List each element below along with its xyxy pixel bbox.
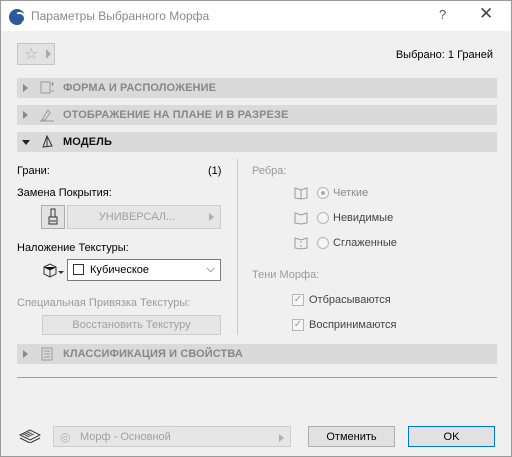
texture-mapping-label: Наложение Текстуры: bbox=[17, 242, 129, 254]
edges-sharp-label: Четкие bbox=[333, 187, 369, 199]
surface-picker[interactable]: УНИВЕРСАЛ... bbox=[67, 205, 221, 229]
expand-arrow-icon bbox=[23, 111, 28, 119]
paint-brush-icon bbox=[48, 208, 58, 225]
faces-label: Грани: bbox=[17, 165, 50, 177]
close-button[interactable]: ✕ bbox=[479, 4, 493, 24]
edges-smooth-radio[interactable] bbox=[317, 237, 329, 249]
layer-value: Морф - Основной bbox=[80, 431, 171, 443]
floor-plan-icon bbox=[40, 109, 54, 122]
favorites-button[interactable]: ☆ bbox=[17, 43, 55, 65]
star-icon: ☆ bbox=[24, 46, 39, 63]
override-surface-toggle[interactable] bbox=[41, 205, 65, 229]
help-button[interactable]: ? bbox=[439, 7, 446, 22]
caret-right-icon bbox=[209, 213, 214, 221]
edges-hidden-label: Невидимые bbox=[333, 212, 394, 224]
archicad-app-icon bbox=[9, 9, 25, 25]
cancel-button[interactable]: Отменить bbox=[308, 426, 395, 447]
faces-count: (1) bbox=[208, 165, 222, 177]
texture-mapping-select[interactable]: Кубическое ⌵ bbox=[67, 259, 221, 281]
cube-icon bbox=[73, 264, 84, 275]
edge-hidden-icon bbox=[294, 212, 308, 225]
surface-override-label: Замена Покрытия: bbox=[17, 187, 112, 199]
cast-shadows-checkbox[interactable]: ✓ bbox=[292, 294, 304, 306]
edges-hidden-radio[interactable] bbox=[317, 212, 329, 224]
texture-mapping-icon bbox=[43, 263, 64, 278]
section-model[interactable]: МОДЕЛЬ bbox=[17, 132, 497, 152]
texture-mapping-value: Кубическое bbox=[90, 264, 149, 276]
section-classification-and-properties[interactable]: КЛАССИФИКАЦИЯ И СВОЙСТВА bbox=[17, 344, 497, 364]
surface-value: УНИВЕРСАЛ... bbox=[98, 211, 176, 223]
section-label: ФОРМА И РАСПОЛОЖЕНИЕ bbox=[63, 82, 217, 94]
caret-right-icon bbox=[46, 49, 51, 59]
selected-morph-settings-dialog: Параметры Выбранного Морфа ? ✕ ☆ Выбрано… bbox=[0, 0, 512, 457]
column-divider bbox=[237, 159, 238, 335]
cast-shadows-label: Отбрасываются bbox=[309, 294, 391, 306]
edge-sharp-icon bbox=[294, 187, 308, 200]
section-shape-and-positioning[interactable]: ФОРМА И РАСПОЛОЖЕНИЕ bbox=[17, 78, 497, 98]
expand-arrow-icon bbox=[23, 350, 28, 358]
section-label: КЛАССИФИКАЦИЯ И СВОЙСТВА bbox=[63, 348, 243, 360]
edges-label: Ребра: bbox=[252, 165, 287, 177]
section-label: ОТОБРАЖЕНИЕ НА ПЛАНЕ И В РАЗРЕЗЕ bbox=[63, 109, 289, 121]
edge-smooth-icon bbox=[294, 237, 308, 250]
selected-count: Выбрано: 1 Граней bbox=[395, 49, 493, 61]
ok-button[interactable]: OK bbox=[408, 426, 495, 447]
shape-position-icon bbox=[40, 81, 54, 94]
title-bar: Параметры Выбранного Морфа ? ✕ bbox=[1, 1, 511, 31]
special-mapping-label: Специальная Привязка Текстуры: bbox=[17, 297, 191, 309]
layers-icon bbox=[19, 429, 41, 443]
eye-icon: ◎ bbox=[60, 430, 71, 444]
caret-right-icon bbox=[279, 434, 284, 442]
section-label: МОДЕЛЬ bbox=[63, 136, 112, 148]
layer-picker[interactable]: ◎ Морф - Основной bbox=[53, 426, 291, 447]
edges-smooth-label: Сглаженные bbox=[333, 237, 397, 249]
expand-arrow-icon bbox=[23, 84, 28, 92]
receive-shadows-label: Воспринимаются bbox=[309, 319, 397, 331]
chevron-down-icon: ⌵ bbox=[206, 263, 215, 275]
receive-shadows-checkbox[interactable]: ✓ bbox=[292, 319, 304, 331]
edges-sharp-radio[interactable] bbox=[317, 187, 329, 199]
section-floor-plan-and-section[interactable]: ОТОБРАЖЕНИЕ НА ПЛАНЕ И В РАЗРЕЗЕ bbox=[17, 105, 497, 125]
window-title: Параметры Выбранного Морфа bbox=[31, 9, 210, 23]
collapse-arrow-icon bbox=[22, 140, 30, 145]
shadows-label: Тени Морфа: bbox=[252, 269, 320, 281]
model-icon bbox=[42, 135, 53, 148]
footer-divider bbox=[17, 377, 497, 378]
restore-texture-button[interactable]: Восстановить Текстуру bbox=[42, 315, 221, 335]
classification-icon bbox=[41, 347, 53, 361]
